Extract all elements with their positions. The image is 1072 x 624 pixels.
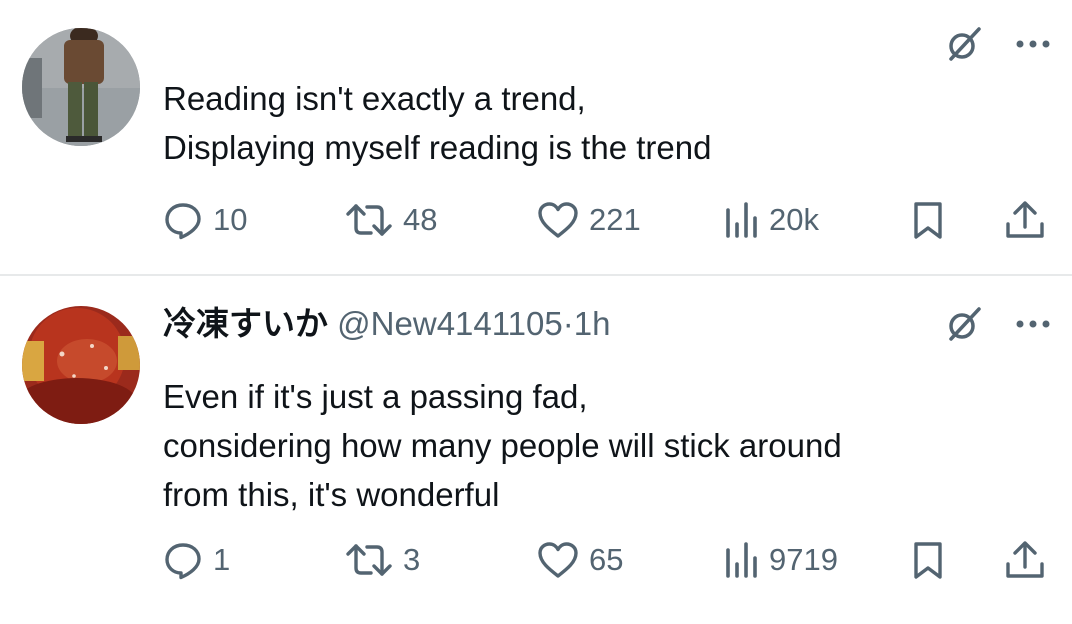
post-text-line: from this, it's wonderful (163, 476, 500, 513)
avatar[interactable] (22, 306, 140, 424)
post[interactable]: Reading isn't exactly a trend, Displayin… (0, 0, 1072, 274)
share-button[interactable] (1003, 538, 1047, 582)
repost-icon (345, 540, 393, 580)
bookmark-icon (911, 540, 945, 580)
heart-icon (537, 200, 579, 240)
reply-icon (163, 200, 203, 240)
repost-button[interactable]: 48 (345, 198, 437, 242)
like-count: 65 (589, 542, 624, 577)
post-time[interactable]: 1h (574, 305, 611, 342)
post-text-line: considering how many people will stick a… (163, 427, 842, 464)
repost-count: 3 (403, 542, 421, 577)
share-icon (1003, 540, 1047, 580)
post-text: Reading isn't exactly a trend, Displayin… (163, 74, 711, 172)
bookmark-button[interactable] (911, 538, 945, 582)
views-count: 20k (769, 202, 819, 237)
share-button[interactable] (1003, 198, 1047, 242)
bookmark-button[interactable] (911, 198, 945, 242)
separator-dot: · (562, 305, 574, 342)
more-icon[interactable] (1016, 319, 1050, 329)
post-text-line: Even if it's just a passing fad, (163, 378, 588, 415)
reply-icon (163, 540, 203, 580)
repost-count: 48 (403, 202, 438, 237)
action-bar: 1 3 65 9719 (163, 538, 1050, 582)
repost-button[interactable]: 3 (345, 538, 420, 582)
post[interactable]: 冷凍すいか @New4141105·1h Even if it's just a… (0, 276, 1072, 624)
views-count: 9719 (769, 542, 838, 577)
post-header: 冷凍すいか @New4141105·1h (163, 304, 610, 344)
display-name[interactable]: 冷凍すいか (163, 305, 328, 342)
views-icon (723, 540, 759, 580)
repost-icon (345, 200, 393, 240)
views-icon (723, 200, 759, 240)
grok-icon[interactable] (946, 306, 982, 342)
user-handle[interactable]: @New4141105 (337, 305, 563, 342)
like-button[interactable]: 221 (537, 198, 641, 242)
share-icon (1003, 200, 1047, 240)
bookmark-icon (911, 200, 945, 240)
reply-button[interactable]: 10 (163, 198, 247, 242)
heart-icon (537, 540, 579, 580)
grok-icon[interactable] (946, 26, 982, 62)
like-count: 221 (589, 202, 641, 237)
post-top-actions (946, 26, 1050, 62)
views-button[interactable]: 20k (723, 198, 819, 242)
post-top-actions (946, 306, 1050, 342)
action-bar: 10 48 221 20k (163, 198, 1050, 242)
views-button[interactable]: 9719 (723, 538, 838, 582)
reply-count: 10 (213, 202, 248, 237)
like-button[interactable]: 65 (537, 538, 623, 582)
reply-count: 1 (213, 542, 231, 577)
more-icon[interactable] (1016, 39, 1050, 49)
avatar[interactable] (22, 28, 140, 146)
post-text: Even if it's just a passing fad, conside… (163, 372, 842, 519)
post-text-line: Reading isn't exactly a trend, (163, 80, 586, 117)
reply-button[interactable]: 1 (163, 538, 230, 582)
post-text-line: Displaying myself reading is the trend (163, 129, 712, 166)
